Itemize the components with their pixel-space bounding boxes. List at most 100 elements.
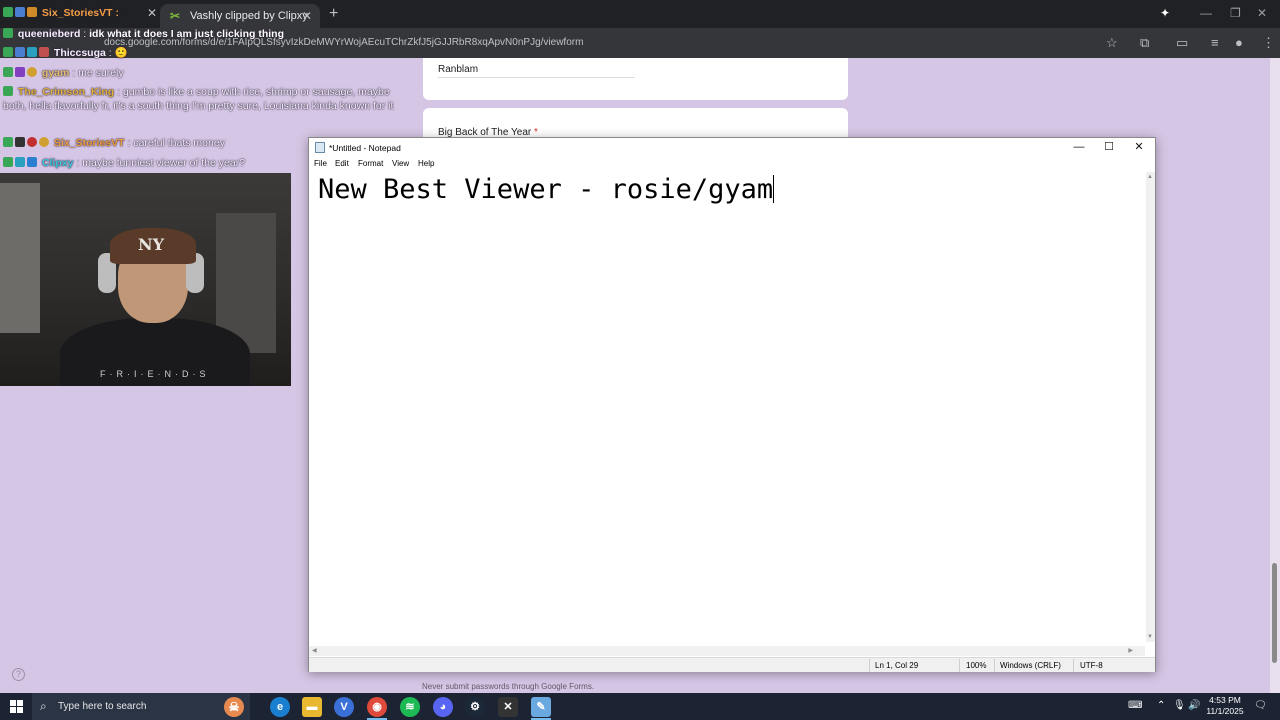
edge-browser-icon[interactable]: e bbox=[270, 697, 290, 717]
form-footer-note: Never submit passwords through Google Fo… bbox=[422, 682, 595, 691]
scroll-left-icon[interactable]: ◀ bbox=[312, 647, 317, 654]
chat-username: queenieberd bbox=[17, 28, 81, 40]
notepad-app-icon bbox=[315, 142, 325, 153]
chat-username: Thiccsuga bbox=[53, 47, 106, 59]
chat-message: Six_StoriesVT : bbox=[3, 6, 119, 20]
form-input-underline bbox=[438, 77, 635, 78]
notepad-horizontal-scrollbar[interactable]: ◀ ▶ bbox=[309, 646, 1145, 656]
form-option-text[interactable]: Ranblam bbox=[438, 64, 478, 75]
scroll-right-icon[interactable]: ▶ bbox=[1128, 647, 1133, 654]
chat-badge-icon bbox=[3, 7, 13, 17]
maximize-button[interactable]: ☐ bbox=[1094, 139, 1124, 156]
text-caret bbox=[773, 175, 775, 203]
chat-text: idk what it does I am just clicking thin… bbox=[89, 28, 284, 40]
search-icon: ⌕ bbox=[40, 699, 47, 713]
scroll-down-icon[interactable]: ▼ bbox=[1147, 634, 1153, 640]
chat-text: maybe funniest viewer of the year? bbox=[82, 157, 246, 169]
extensions-icon[interactable]: ⧉ bbox=[1140, 35, 1149, 51]
reading-list-icon[interactable]: ≡ bbox=[1211, 35, 1219, 50]
page-scrollbar-thumb[interactable] bbox=[1272, 563, 1277, 663]
new-tab-icon[interactable]: + bbox=[329, 5, 338, 23]
tray-chevron-icon[interactable]: ⌃ bbox=[1157, 700, 1165, 711]
split-view-icon[interactable]: ▭ bbox=[1176, 35, 1188, 51]
chat-badge-icon bbox=[27, 67, 37, 77]
chat-badge-icon bbox=[3, 157, 13, 167]
notepad-text-area[interactable]: New Best Viewer - rosie/gyam bbox=[310, 172, 1146, 642]
scroll-up-icon[interactable]: ▲ bbox=[1147, 174, 1153, 180]
gemini-sparkle-icon[interactable]: ✦ bbox=[1160, 6, 1170, 20]
status-line-endings: Windows (CRLF) bbox=[1000, 661, 1061, 670]
status-zoom: 100% bbox=[966, 661, 987, 670]
chat-badge-icon bbox=[15, 7, 25, 17]
sugar-skull-icon[interactable]: ☠ bbox=[224, 697, 244, 717]
search-placeholder: Type here to search bbox=[58, 701, 147, 712]
discord-icon[interactable]: ◕ bbox=[433, 697, 453, 717]
windows-taskbar: ⌕ Type here to search ☠ e ▬ V ◉ ≋ ◕ ⚙ ✕ … bbox=[0, 693, 1280, 720]
menu-view[interactable]: View bbox=[392, 159, 409, 168]
volume-icon[interactable]: 🔊 bbox=[1188, 700, 1200, 711]
notifications-icon[interactable]: 🗨 bbox=[1254, 700, 1267, 711]
help-icon[interactable]: ? bbox=[12, 668, 25, 681]
minimize-button[interactable]: — bbox=[1064, 139, 1094, 156]
steam-icon[interactable]: ⚙ bbox=[465, 697, 485, 717]
close-window-icon[interactable]: ✕ bbox=[1257, 6, 1267, 20]
chat-badge-icon bbox=[15, 47, 25, 57]
spotify-icon[interactable]: ≋ bbox=[400, 697, 420, 717]
chat-badge-icon bbox=[3, 47, 13, 57]
close-tab-icon[interactable]: ✕ bbox=[302, 9, 312, 23]
menu-file[interactable]: File bbox=[314, 159, 327, 168]
windows-start-icon[interactable] bbox=[10, 700, 23, 713]
xbox-icon[interactable]: ✕ bbox=[498, 697, 518, 717]
chat-text: me surely bbox=[78, 67, 124, 79]
keyboard-icon[interactable]: ⌨ bbox=[1128, 700, 1142, 711]
chrome-icon[interactable]: ◉ bbox=[367, 697, 387, 717]
notepad-window: *Untitled - Notepad — ☐ ✕ File Edit Form… bbox=[308, 137, 1156, 672]
notepad-taskbar-icon[interactable]: ✎ bbox=[531, 697, 551, 717]
browser-tab-bar: ✕ ✂ Vashly clipped by Clipxy ✕ + ✦ — ❐ ✕ bbox=[0, 0, 1280, 28]
vpn-icon[interactable]: V bbox=[334, 697, 354, 717]
bookmark-star-icon[interactable]: ☆ bbox=[1106, 35, 1118, 51]
chat-text: careful thats money bbox=[133, 137, 225, 149]
chat-badge-icon bbox=[3, 28, 13, 38]
chat-badge-icon bbox=[39, 47, 49, 57]
chat-username: Six_StoriesVT bbox=[53, 137, 125, 149]
menu-edit[interactable]: Edit bbox=[335, 159, 349, 168]
restore-icon[interactable]: ❐ bbox=[1230, 6, 1241, 20]
chat-badge-icon bbox=[3, 67, 13, 77]
tab-vashly-clipped[interactable]: ✂ Vashly clipped by Clipxy ✕ bbox=[160, 4, 320, 28]
chat-message: Six_StoriesVT : careful thats money bbox=[3, 136, 225, 150]
taskbar-clock[interactable]: 4:53 PM 11/1/2025 bbox=[1200, 695, 1250, 717]
status-separator bbox=[1073, 659, 1074, 672]
menu-format[interactable]: Format bbox=[358, 159, 383, 168]
chat-username: Clipxy bbox=[41, 157, 74, 169]
notepad-vertical-scrollbar[interactable]: ▲ ▼ bbox=[1146, 172, 1155, 642]
chat-badge-icon bbox=[27, 7, 37, 17]
notepad-title: *Untitled - Notepad bbox=[329, 143, 401, 153]
notepad-menu-bar: File Edit Format View Help bbox=[309, 157, 1155, 172]
chat-badge-icon bbox=[27, 157, 37, 167]
chat-message: gyam : me surely bbox=[3, 66, 124, 80]
close-tab-icon[interactable]: ✕ bbox=[147, 6, 157, 20]
status-separator bbox=[869, 659, 870, 672]
page-scrollbar[interactable] bbox=[1270, 58, 1280, 693]
chat-badge-icon bbox=[15, 67, 25, 77]
notepad-content[interactable]: New Best Viewer - rosie/gyam bbox=[318, 174, 775, 205]
form-card-previous: Ranblam bbox=[423, 58, 848, 100]
minimize-icon[interactable]: — bbox=[1200, 6, 1212, 20]
menu-help[interactable]: Help bbox=[418, 159, 434, 168]
notepad-status-bar: Ln 1, Col 29 100% Windows (CRLF) UTF-8 bbox=[309, 657, 1155, 672]
clipxy-favicon-icon: ✂ bbox=[169, 9, 181, 23]
taskbar-search-box[interactable]: ⌕ Type here to search bbox=[32, 693, 250, 720]
file-explorer-icon[interactable]: ▬ bbox=[302, 697, 322, 717]
chat-message: queenieberd : idk what it does I am just… bbox=[3, 27, 284, 41]
chat-username: gyam bbox=[41, 67, 70, 79]
microphone-icon[interactable]: 🎙 bbox=[1173, 700, 1186, 711]
profile-avatar-icon[interactable]: ● bbox=[1235, 35, 1243, 50]
notepad-title-bar[interactable]: *Untitled - Notepad — ☐ ✕ bbox=[309, 138, 1155, 156]
menu-dots-icon[interactable]: ⋮ bbox=[1262, 35, 1275, 51]
clock-time: 4:53 PM bbox=[1209, 695, 1241, 705]
status-cursor-position: Ln 1, Col 29 bbox=[875, 661, 919, 670]
chat-badge-icon bbox=[15, 137, 25, 147]
status-separator bbox=[994, 659, 995, 672]
close-button[interactable]: ✕ bbox=[1124, 139, 1154, 156]
